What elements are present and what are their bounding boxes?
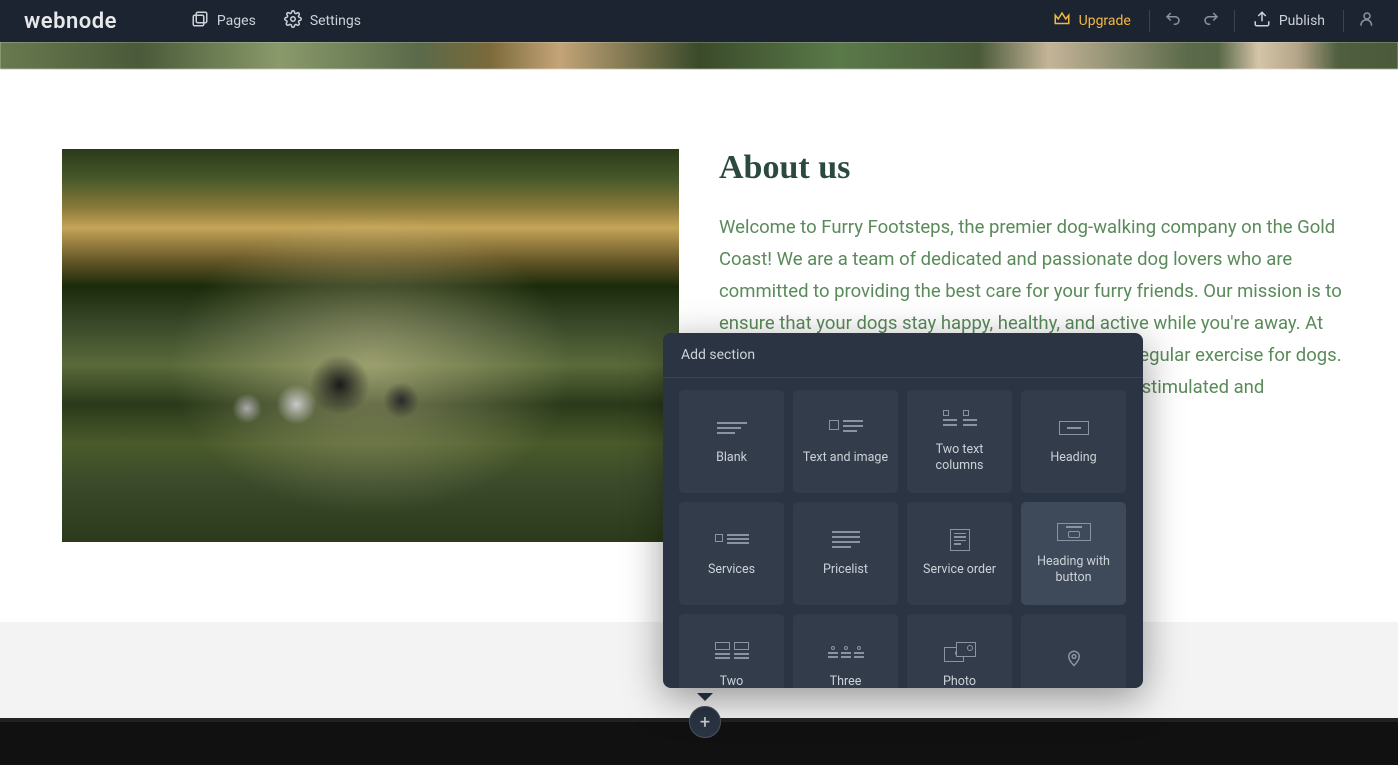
plus-icon: + bbox=[700, 712, 710, 733]
brand-logo[interactable]: webnode bbox=[24, 9, 117, 34]
gear-icon bbox=[284, 10, 302, 32]
section-card-label: Heading with button bbox=[1027, 554, 1120, 586]
section-card-label: Pricelist bbox=[823, 562, 868, 578]
heading-with-button-icon bbox=[1057, 522, 1091, 542]
add-section-button[interactable]: + bbox=[689, 706, 721, 738]
section-card-label: Blank bbox=[716, 450, 747, 466]
section-card-label: Heading bbox=[1050, 450, 1096, 466]
upgrade-label: Upgrade bbox=[1079, 13, 1131, 29]
add-section-popover: Add section Blank Text and image Two text … bbox=[663, 333, 1143, 688]
section-card-label: Services bbox=[708, 562, 755, 578]
two-text-columns-icon bbox=[943, 410, 977, 430]
photo-icon bbox=[944, 642, 976, 662]
pricelist-icon bbox=[832, 530, 860, 550]
section-card-two[interactable]: Two bbox=[679, 614, 784, 688]
account-button[interactable] bbox=[1348, 0, 1386, 42]
publish-label: Publish bbox=[1279, 13, 1325, 29]
settings-label: Settings bbox=[310, 13, 361, 29]
main-toolbar: webnode Pages Settings Upgrade P bbox=[0, 0, 1398, 42]
crown-icon bbox=[1053, 10, 1071, 32]
heading-icon bbox=[1059, 418, 1089, 438]
pages-label: Pages bbox=[217, 13, 256, 29]
pages-icon bbox=[191, 10, 209, 32]
section-card-service-order[interactable]: Service order bbox=[907, 502, 1012, 605]
popover-title: Add section bbox=[663, 333, 1143, 378]
toolbar-divider bbox=[1343, 10, 1344, 32]
section-card-label: Two bbox=[720, 674, 744, 689]
about-image[interactable] bbox=[62, 149, 679, 542]
service-order-icon bbox=[950, 530, 970, 550]
popover-grid[interactable]: Blank Text and image Two text columns Headi… bbox=[663, 378, 1143, 688]
section-card-text-and-image[interactable]: Text and image bbox=[793, 390, 898, 493]
section-card-label: Service order bbox=[923, 562, 996, 578]
three-icon bbox=[828, 642, 864, 662]
section-card-heading-with-button[interactable]: Heading with button bbox=[1021, 502, 1126, 605]
section-card-two-text-columns[interactable]: Two text columns bbox=[907, 390, 1012, 493]
undo-icon bbox=[1164, 10, 1182, 32]
upload-icon bbox=[1253, 10, 1271, 32]
toolbar-divider bbox=[1234, 10, 1235, 32]
text-and-image-icon bbox=[829, 418, 863, 438]
toolbar-divider bbox=[1149, 10, 1150, 32]
pages-button[interactable]: Pages bbox=[177, 0, 270, 42]
section-card-label: Photo bbox=[943, 674, 976, 689]
section-card-three[interactable]: Three bbox=[793, 614, 898, 688]
section-card-label: Three bbox=[830, 674, 862, 689]
section-card-services[interactable]: Services bbox=[679, 502, 784, 605]
section-card-label: Text and image bbox=[803, 450, 888, 466]
hero-image-strip bbox=[0, 42, 1398, 69]
redo-icon bbox=[1202, 10, 1220, 32]
map-icon bbox=[1065, 650, 1083, 670]
settings-button[interactable]: Settings bbox=[270, 0, 375, 42]
section-card-photo[interactable]: Photo bbox=[907, 614, 1012, 688]
about-heading[interactable]: About us bbox=[719, 149, 1343, 187]
upgrade-button[interactable]: Upgrade bbox=[1039, 0, 1145, 42]
redo-button[interactable] bbox=[1192, 0, 1230, 42]
undo-button[interactable] bbox=[1154, 0, 1192, 42]
section-card-map[interactable] bbox=[1021, 614, 1126, 688]
services-icon bbox=[715, 530, 749, 550]
user-icon bbox=[1358, 10, 1376, 32]
section-card-pricelist[interactable]: Pricelist bbox=[793, 502, 898, 605]
section-card-heading[interactable]: Heading bbox=[1021, 390, 1126, 493]
section-card-label: Two text columns bbox=[913, 442, 1006, 474]
publish-button[interactable]: Publish bbox=[1239, 0, 1339, 42]
section-card-blank[interactable]: Blank bbox=[679, 390, 784, 493]
two-icon bbox=[715, 642, 749, 662]
blank-icon bbox=[717, 418, 747, 438]
